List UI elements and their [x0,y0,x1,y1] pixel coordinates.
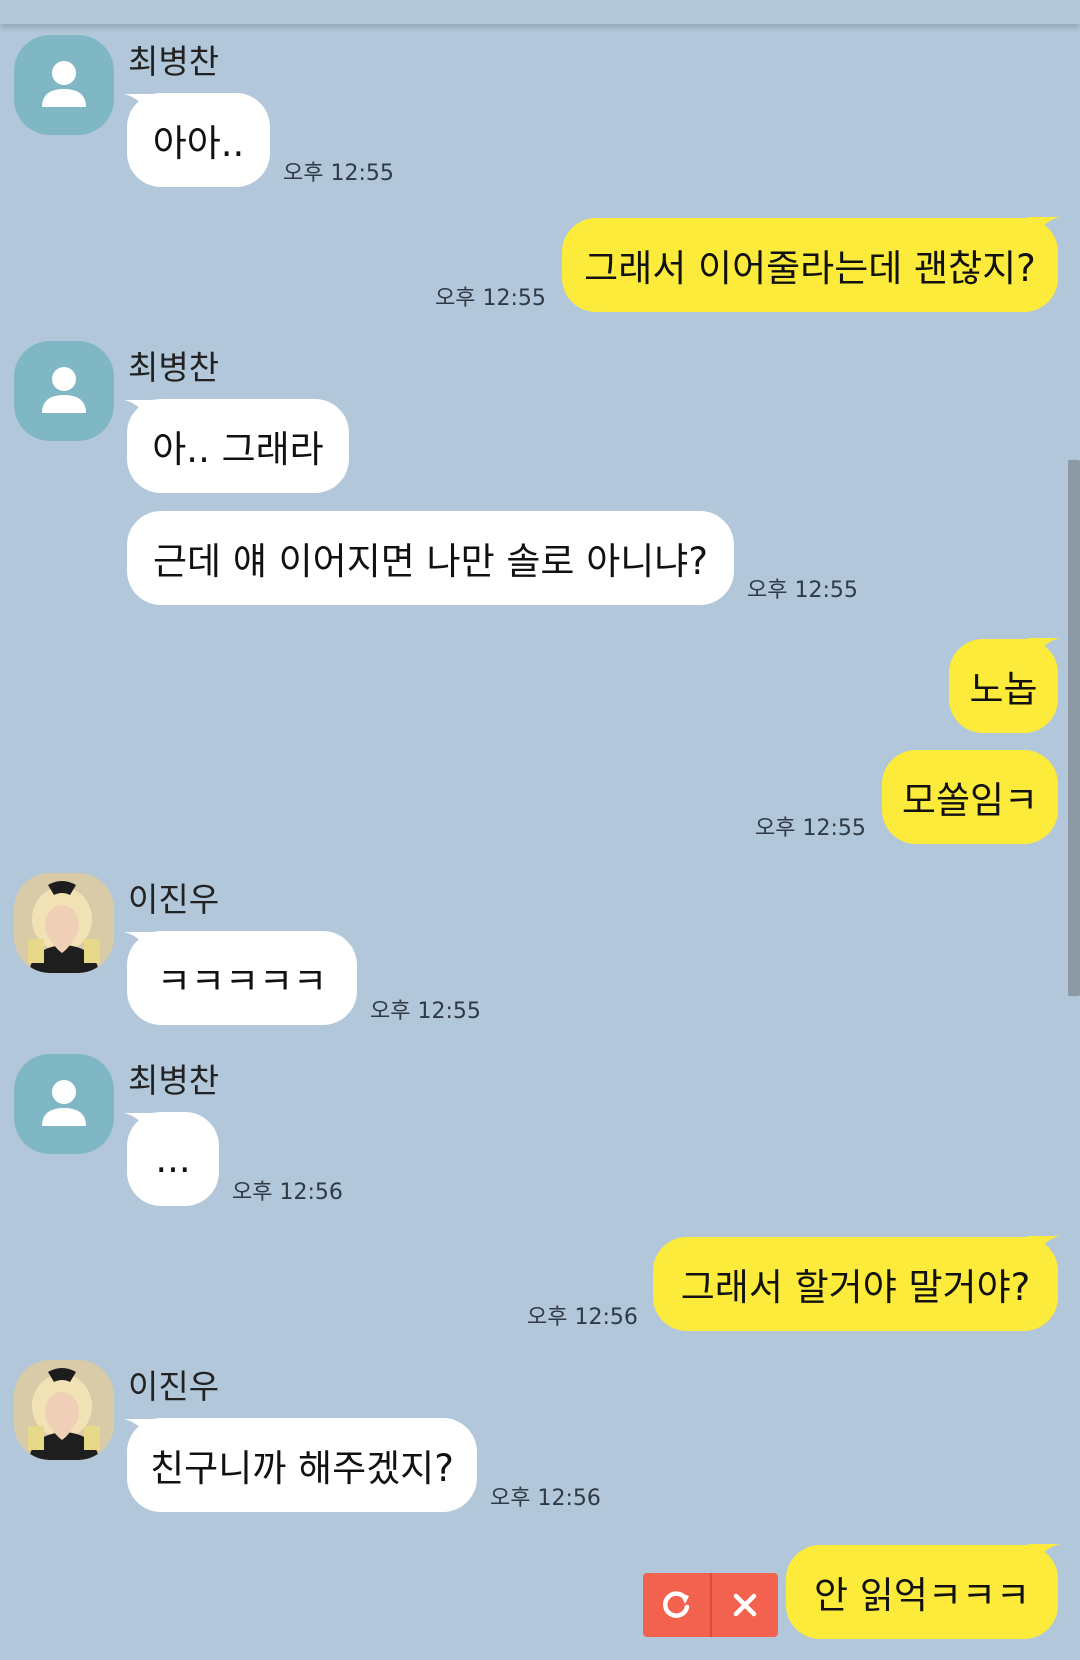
bubble-tail [1028,217,1060,245]
message-time: 오후 12:56 [527,1305,638,1330]
person-silhouette-icon [42,1080,86,1126]
avatar[interactable] [14,1054,114,1154]
close-icon [733,1593,756,1617]
profile-photo [14,1360,114,1460]
avatar[interactable] [14,873,114,973]
scrollbar[interactable] [1068,460,1080,996]
profile-photo [14,873,114,973]
message-bubble[interactable]: 아아.. [127,93,270,187]
message-bubble[interactable]: 근데 얘 이어지면 나만 솔로 아니냐? [127,511,734,605]
message-bubble[interactable]: 그래서 이어줄라는데 괜찮지? [562,218,1058,312]
sender-name: 최병찬 [128,1061,220,1100]
message-bubble[interactable]: 모쏠임ㅋ [882,750,1058,844]
message-bubble[interactable]: 친구니까 해주겠지? [127,1418,477,1512]
retry-icon [663,1591,690,1618]
avatar[interactable] [14,1360,114,1460]
message-time: 오후 12:55 [283,161,394,186]
message-bubble[interactable]: ... [127,1112,219,1206]
bubble-tail [1028,1544,1060,1572]
message-time: 오후 12:55 [755,816,866,841]
sender-name: 최병찬 [128,42,220,81]
message-bubble[interactable]: 안 읽억ㅋㅋㅋ [786,1545,1058,1639]
avatar[interactable] [14,35,114,135]
message-bubble[interactable]: 그래서 할거야 말거야? [653,1237,1058,1331]
message-time: 오후 12:55 [747,578,858,603]
failed-message-actions [643,1573,778,1637]
retry-button[interactable] [643,1573,710,1637]
message-bubble[interactable]: ㅋㅋㅋㅋㅋ [127,931,357,1025]
sender-name: 최병찬 [128,348,220,387]
sender-name: 이진우 [128,1367,220,1406]
bubble-tail [1028,638,1060,666]
message-time: 오후 12:56 [490,1486,601,1511]
message-time: 오후 12:55 [370,999,481,1024]
person-silhouette-icon [42,367,86,413]
sender-name: 이진우 [128,880,220,919]
message-time: 오후 12:55 [435,286,546,311]
message-time: 오후 12:56 [232,1180,343,1205]
bubble-tail [1028,1236,1060,1264]
person-silhouette-icon [42,61,86,107]
message-bubble[interactable]: 아.. 그래라 [127,399,349,493]
avatar[interactable] [14,341,114,441]
top-bar-shadow [0,0,1080,24]
delete-button[interactable] [709,1573,778,1637]
